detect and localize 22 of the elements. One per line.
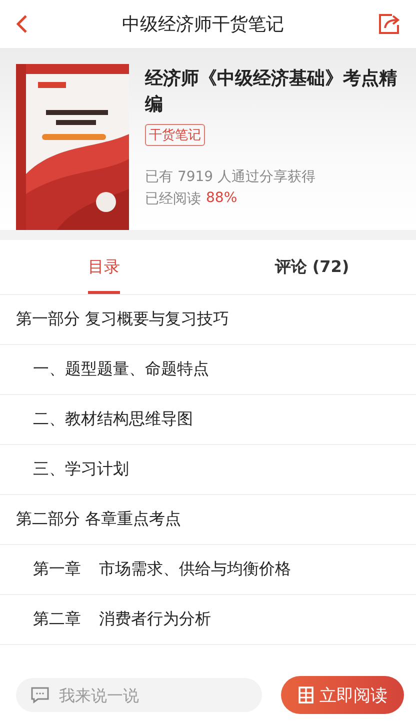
read-now-button[interactable]: 立即阅读 <box>281 676 404 714</box>
book-icon <box>298 686 314 704</box>
toc-item[interactable]: 一、题型题量、命题特点 <box>0 345 416 395</box>
share-icon[interactable] <box>378 13 402 35</box>
toc-item[interactable]: 二、教材结构思维导图 <box>0 395 416 445</box>
back-icon[interactable] <box>16 14 28 34</box>
chapter-title[interactable]: 消费者行为分析 <box>99 609 211 630</box>
toc-item[interactable]: 第一部分 复习概要与复习技巧 <box>0 295 416 345</box>
share-count-text: 已有 7919 人通过分享获得 <box>145 168 316 186</box>
toc-item[interactable]: 三、学习计划 <box>0 445 416 495</box>
toc-item[interactable]: 第二部分 各章重点考点 <box>0 495 416 545</box>
read-percent: 88% <box>206 190 238 208</box>
chapter-number[interactable]: 第一章 <box>33 559 81 580</box>
tab[interactable]: 评论 (72) <box>208 240 416 294</box>
tag: 干货笔记 <box>145 124 205 146</box>
tab[interactable]: 目录 <box>0 240 208 294</box>
read-label: 已经阅读 <box>145 190 201 208</box>
comment-field[interactable]: 我来说一说 <box>16 678 262 712</box>
chapter-number[interactable]: 第二章 <box>33 609 81 630</box>
page-title: 中级经济师干货笔记 <box>122 13 284 36</box>
book-title: 经济师《中级经济基础》考点精编 <box>145 67 398 117</box>
chapter-title[interactable]: 市场需求、供给与均衡价格 <box>99 559 291 580</box>
